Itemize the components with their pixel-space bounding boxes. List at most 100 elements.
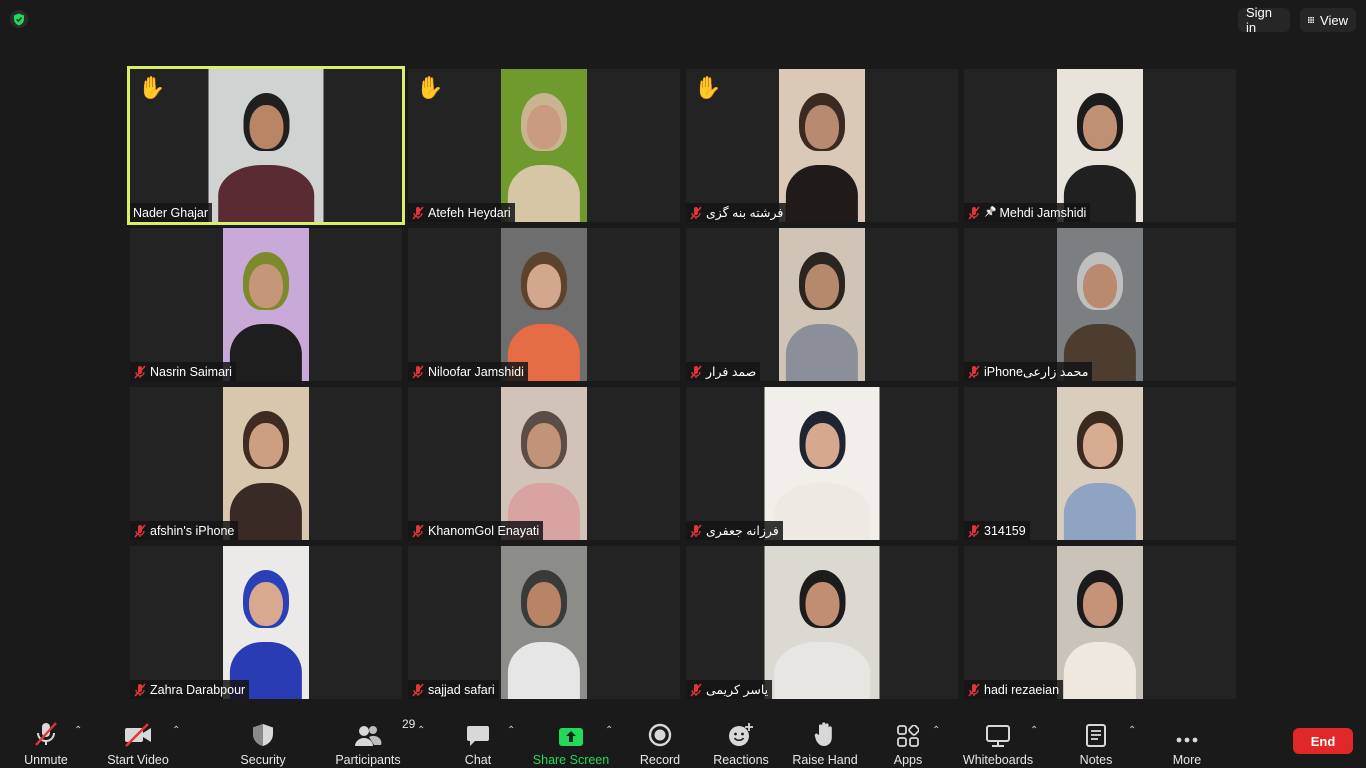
participant-body (507, 164, 581, 222)
participant-name: Zahra Darabpour (150, 682, 246, 697)
view-button[interactable]: View (1300, 8, 1356, 32)
participant-tile[interactable]: KhanomGol Enayati (408, 387, 680, 540)
audio-options-chevron-icon[interactable]: ⌃ (74, 725, 82, 736)
participant-video (764, 546, 880, 699)
participant-name: Nasrin Saimari (150, 364, 232, 379)
notes-button[interactable]: Notes (1078, 711, 1114, 768)
participant-face (527, 423, 561, 467)
participant-video (779, 228, 865, 381)
participant-name: 314159 (984, 523, 1026, 538)
participant-video (501, 228, 587, 381)
notes-icon (1086, 721, 1106, 747)
share-options-chevron-icon[interactable]: ⌃ (605, 725, 613, 736)
participant-tile[interactable]: یاسر کریمی (686, 546, 958, 699)
participant-name: Mehdi Jamshidi (999, 205, 1087, 220)
participant-tile[interactable]: Nasrin Saimari (130, 228, 402, 381)
share-screen-button[interactable]: Share Screen (533, 711, 609, 768)
chat-button[interactable]: Chat (458, 711, 498, 768)
participant-face (249, 423, 283, 467)
participant-name: Nader Ghajar (133, 205, 209, 220)
security-label: Security (240, 753, 286, 767)
microphone-muted-icon (412, 365, 424, 378)
sign-in-button[interactable]: Sign in (1238, 5, 1290, 35)
unmute-label: Unmute (24, 753, 68, 767)
reactions-button[interactable]: Reactions (712, 711, 770, 768)
record-button[interactable]: Record (638, 711, 682, 768)
whiteboard-icon (986, 721, 1010, 747)
participant-tile[interactable]: ✋ Nader Ghajar (127, 66, 405, 225)
chat-options-chevron-icon[interactable]: ⌃ (507, 725, 515, 736)
apps-options-chevron-icon[interactable]: ⌃ (932, 725, 940, 736)
participant-name-tag: Atefeh Heydari (408, 203, 515, 222)
raised-hand-icon: ✋ (694, 75, 722, 100)
participant-video (1057, 69, 1143, 222)
unmute-button[interactable]: Unmute (20, 711, 72, 768)
reactions-label: Reactions (713, 753, 769, 767)
participant-video (779, 69, 865, 222)
participant-tile[interactable]: 📌 Mehdi Jamshidi (964, 69, 1236, 222)
whiteboards-options-chevron-icon[interactable]: ⌃ (1030, 725, 1038, 736)
participant-name: sajjad safari (428, 682, 495, 697)
participant-face (249, 264, 283, 308)
reactions-smiley-icon (728, 721, 754, 747)
microphone-muted-icon (134, 524, 146, 537)
participant-body (785, 164, 859, 222)
more-label: More (1172, 753, 1202, 767)
participant-tile[interactable]: hadi rezaeian (964, 546, 1236, 699)
participant-name: iPhoneمحمد زارعی (984, 365, 1089, 379)
participant-face (249, 105, 283, 149)
video-options-chevron-icon[interactable]: ⌃ (172, 725, 180, 736)
participant-name-tag: یاسر کریمی (686, 680, 773, 699)
apps-button[interactable]: Apps (890, 711, 926, 768)
participant-name-tag: فرزانه جعفری (686, 521, 783, 540)
start-video-label: Start Video (107, 753, 169, 767)
participant-face (805, 264, 839, 308)
participants-button[interactable]: 29 Participants (334, 711, 415, 768)
meeting-toolbar: Unmute ⌃ Start Video ⌃ Security 29 Parti… (0, 711, 1366, 768)
participant-video (223, 546, 309, 699)
participant-name-tag: صمد فرار (686, 362, 761, 381)
participant-tile[interactable]: 314159 (964, 387, 1236, 540)
microphone-muted-icon (968, 206, 980, 219)
participant-tile[interactable]: صمد فرار (686, 228, 958, 381)
raised-hand-icon: ✋ (138, 75, 166, 100)
participant-video (223, 228, 309, 381)
start-video-button[interactable]: Start Video (106, 711, 170, 768)
participant-video (223, 387, 309, 540)
participant-tile[interactable]: sajjad safari (408, 546, 680, 699)
participant-body (773, 482, 871, 540)
more-button[interactable]: More (1168, 711, 1206, 768)
participant-tile[interactable]: afshin's iPhone (130, 387, 402, 540)
notes-options-chevron-icon[interactable]: ⌃ (1128, 725, 1136, 736)
encryption-shield-icon[interactable] (10, 10, 28, 28)
participant-face (1083, 105, 1117, 149)
participant-tile[interactable]: ✋ فرشته بنه گزی (686, 69, 958, 222)
participant-tile[interactable]: Zahra Darabpour (130, 546, 402, 699)
participant-video (208, 69, 324, 222)
participant-name: صمد فرار (706, 365, 757, 379)
participant-tile[interactable]: ✋ Atefeh Heydari (408, 69, 680, 222)
participant-name-tag: afshin's iPhone (130, 521, 239, 540)
participant-name: Atefeh Heydari (428, 205, 511, 220)
participant-tile[interactable]: iPhoneمحمد زارعی (964, 228, 1236, 381)
pin-icon: 📌 (984, 207, 997, 218)
whiteboards-button[interactable]: Whiteboards (962, 711, 1034, 768)
participant-video (764, 387, 880, 540)
participant-name: فرشته بنه گزی (706, 206, 784, 220)
security-button[interactable]: Security (236, 711, 290, 768)
participant-name-tag: hadi rezaeian (964, 680, 1064, 699)
raise-hand-button[interactable]: Raise Hand (792, 711, 858, 768)
microphone-muted-icon (412, 524, 424, 537)
end-meeting-button[interactable]: End (1293, 728, 1353, 754)
participant-tile[interactable]: فرزانه جعفری (686, 387, 958, 540)
video-camera-off-icon (124, 721, 152, 747)
participants-options-chevron-icon[interactable]: ⌃ (417, 725, 425, 736)
participant-video (1057, 546, 1143, 699)
participant-tile[interactable]: Niloofar Jamshidi (408, 228, 680, 381)
microphone-muted-icon (968, 683, 980, 696)
participant-face (527, 105, 561, 149)
notes-label: Notes (1079, 753, 1113, 767)
participant-face (527, 264, 561, 308)
raise-hand-label: Raise Hand (792, 753, 858, 767)
participant-body (507, 641, 581, 699)
